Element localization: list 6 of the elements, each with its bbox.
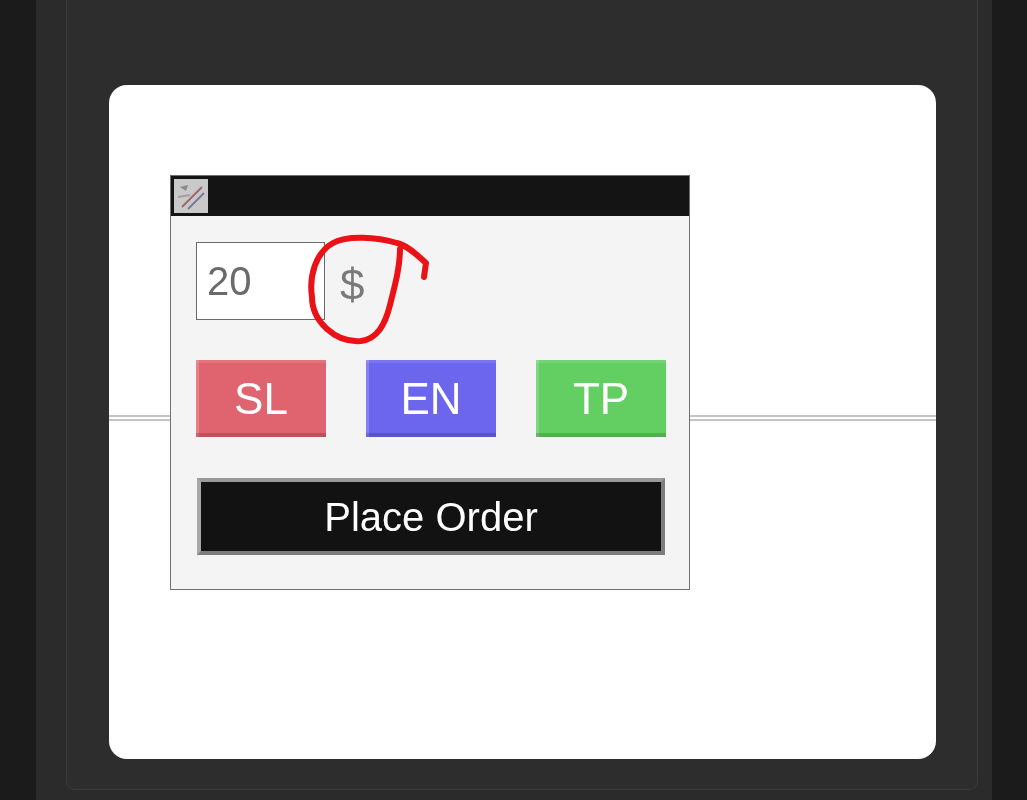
price-button[interactable]: SL bbox=[196, 360, 326, 437]
price-button[interactable]: EN bbox=[366, 360, 496, 437]
window-icon bbox=[174, 179, 208, 213]
amount-field[interactable]: 20 bbox=[196, 242, 325, 320]
currency-label: $ bbox=[340, 263, 365, 307]
place-order-button[interactable]: Place Order bbox=[197, 478, 665, 555]
